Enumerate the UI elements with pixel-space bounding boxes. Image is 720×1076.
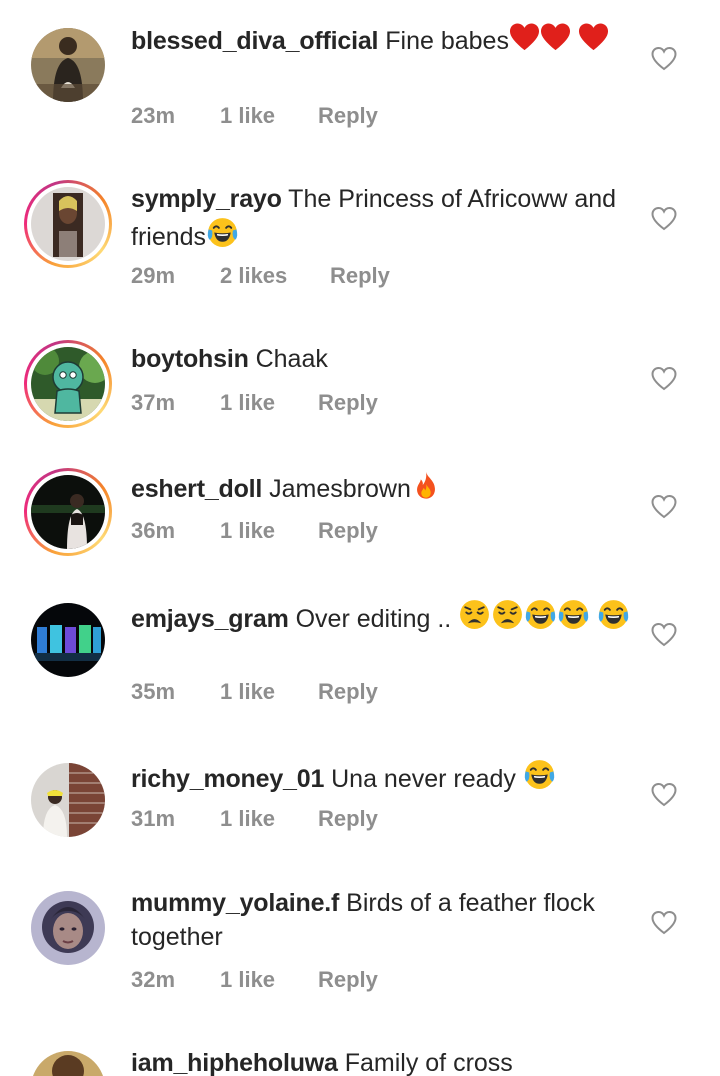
avatar-photo (31, 28, 105, 102)
weary-emoji (491, 598, 524, 631)
comment-likes[interactable]: 1 like (220, 806, 318, 832)
avatar-photo (31, 763, 105, 837)
comment-text: Over editing .. (295, 605, 452, 633)
comment-item: symply_rayo The Princess of Africoww and… (0, 160, 720, 320)
comment-meta: 29m 2 likes Reply (131, 263, 390, 289)
heart-outline-icon[interactable] (651, 494, 677, 520)
comment-likes[interactable]: 1 like (220, 679, 318, 705)
heart-outline-icon[interactable] (651, 366, 677, 392)
heart-outline-icon[interactable] (651, 206, 677, 232)
comment-text: Fine babes (385, 27, 509, 55)
comment-body: boytohsin Chaak (131, 342, 631, 376)
comment-time: 31m (131, 806, 176, 831)
comment-likes[interactable]: 1 like (220, 390, 318, 416)
reply-button[interactable]: Reply (318, 518, 378, 544)
comment-meta: 35m 1 like Reply (131, 679, 378, 705)
avatar[interactable] (31, 28, 105, 102)
comment-username[interactable]: boytohsin (131, 345, 249, 373)
comment-time: 32m (131, 967, 176, 992)
comment-username[interactable]: richy_money_01 (131, 765, 324, 793)
comment-time: 36m (131, 518, 176, 543)
comment-body: richy_money_01 Una never ready (131, 758, 631, 796)
heart-outline-icon[interactable] (651, 910, 677, 936)
avatar-photo (31, 891, 105, 965)
comment-likes[interactable]: 1 like (220, 103, 318, 129)
comment-text: Family of cross (344, 1049, 513, 1076)
reply-button[interactable]: Reply (318, 103, 378, 129)
avatar[interactable] (31, 891, 105, 965)
joy-emoji (524, 598, 557, 631)
comment-body: iam_hipheholuwa Family of cross (131, 1046, 513, 1076)
comment-likes[interactable]: 2 likes (220, 263, 330, 289)
comment-item: mummy_yolaine.f Birds of a feather flock… (0, 864, 720, 1024)
weary-emoji (458, 598, 491, 631)
avatar[interactable] (31, 1051, 105, 1076)
comment-username[interactable]: iam_hipheholuwa (131, 1049, 338, 1076)
comment-text: Chaak (255, 345, 328, 373)
comment-item: richy_money_01 Una never ready 31m 1 like… (0, 736, 720, 864)
comment-item: boytohsin Chaak 37m 1 like Reply (0, 320, 720, 448)
comment-time: 23m (131, 103, 176, 128)
comment-item: iam_hipheholuwa Family of cross (0, 1024, 720, 1076)
comment-item: eshert_doll Jamesbrown 36m 1 like Reply (0, 448, 720, 576)
reply-button[interactable]: Reply (318, 390, 378, 416)
comment-time: 29m (131, 263, 176, 288)
reply-button[interactable]: Reply (318, 967, 378, 993)
comment-meta: 37m 1 like Reply (131, 390, 378, 416)
comment-username[interactable]: symply_rayo (131, 185, 282, 213)
comment-username[interactable]: emjays_gram (131, 605, 289, 633)
comment-body: eshert_doll Jamesbrown (131, 470, 631, 506)
comment-meta: 23m 1 like Reply (131, 103, 378, 129)
avatar-ring (27, 471, 109, 553)
avatar-photo (31, 347, 111, 421)
comment-username[interactable]: mummy_yolaine.f (131, 889, 339, 917)
comment-body: mummy_yolaine.f Birds of a feather flock… (131, 886, 631, 954)
avatar-photo (31, 603, 105, 677)
joy-emoji (523, 758, 556, 791)
reply-button[interactable]: Reply (318, 806, 378, 832)
heart-outline-icon[interactable] (651, 782, 677, 808)
joy-emoji (557, 598, 590, 631)
avatar[interactable] (24, 468, 112, 556)
heart-outline-icon[interactable] (651, 622, 677, 648)
comment-meta: 31m 1 like Reply (131, 806, 378, 832)
comment-meta: 36m 1 like Reply (131, 518, 378, 544)
avatar-photo (31, 1051, 105, 1076)
avatar-ring (27, 343, 111, 425)
heart-outline-icon[interactable] (651, 46, 677, 72)
comment-username[interactable]: blessed_diva_official (131, 27, 379, 55)
reply-button[interactable]: Reply (330, 263, 390, 289)
avatar-photo (31, 475, 105, 549)
comment-body: symply_rayo The Princess of Africoww and… (131, 182, 631, 254)
avatar[interactable] (31, 763, 105, 837)
avatar[interactable] (24, 180, 112, 268)
red-heart-emoji (578, 22, 609, 53)
avatar[interactable] (24, 340, 112, 428)
red-heart-emoji (540, 22, 571, 53)
comment-time: 37m (131, 390, 176, 415)
comment-time: 35m (131, 679, 176, 704)
comment-body: blessed_diva_official Fine babes (131, 22, 631, 58)
joy-emoji (597, 598, 630, 631)
red-heart-emoji (509, 22, 540, 53)
comment-likes[interactable]: 1 like (220, 967, 318, 993)
avatar-photo (31, 187, 105, 261)
comment-item: blessed_diva_official Fine babes 23m 1 li… (0, 0, 720, 160)
comment-item: emjays_gram Over editing .. 35m 1 like Rep… (0, 576, 720, 736)
comment-text: Jamesbrown (269, 475, 411, 503)
reply-button[interactable]: Reply (318, 679, 378, 705)
comment-likes[interactable]: 1 like (220, 518, 318, 544)
comment-body: emjays_gram Over editing .. (131, 598, 631, 636)
comment-username[interactable]: eshert_doll (131, 475, 262, 503)
avatar[interactable] (31, 603, 105, 677)
avatar-ring (27, 183, 109, 265)
comment-text: Una never ready (331, 765, 516, 793)
fire-emoji (411, 470, 441, 501)
joy-emoji (206, 216, 239, 249)
comment-meta: 32m 1 like Reply (131, 967, 378, 993)
